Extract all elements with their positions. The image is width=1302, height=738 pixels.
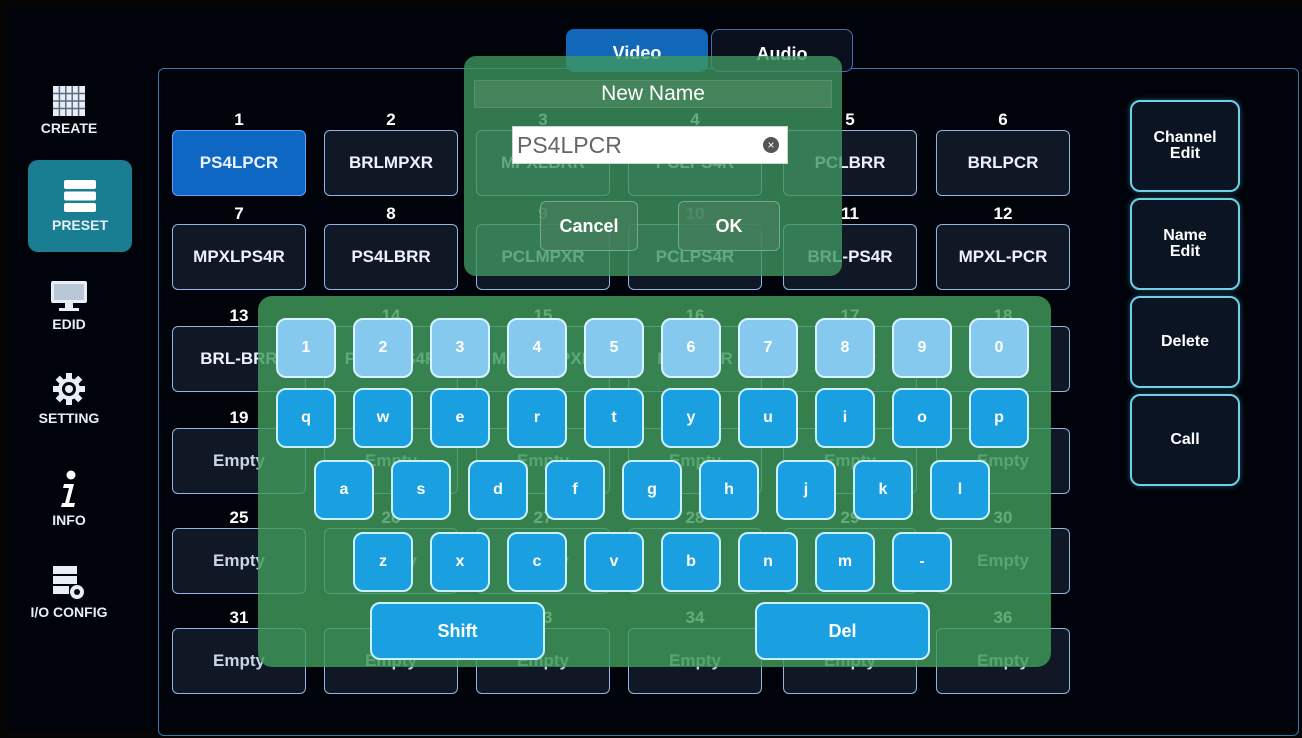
key-8[interactable]: 8	[815, 318, 875, 378]
name-input[interactable]: PS4LPCR ×	[512, 126, 788, 164]
preset-number: 12	[993, 204, 1013, 223]
delete-key[interactable]: Del	[755, 602, 930, 660]
gear-icon	[53, 373, 85, 405]
key-c[interactable]: c	[507, 532, 567, 592]
key-i[interactable]: i	[815, 388, 875, 448]
key-1[interactable]: 1	[276, 318, 336, 378]
key-d[interactable]: d	[468, 460, 528, 520]
sidebar-label-create: CREATE	[40, 120, 98, 136]
server-config-icon	[53, 566, 84, 599]
key-e[interactable]: e	[430, 388, 490, 448]
grid-icon	[53, 86, 85, 116]
preset-slot[interactable]: PS4LBRR	[324, 224, 458, 290]
info-icon	[61, 470, 76, 507]
new-name-dialog: New Name PS4LPCR × Cancel OK	[464, 56, 842, 276]
sidebar-label-edid: EDID	[52, 316, 86, 332]
preset-number: 7	[234, 204, 244, 223]
key-4[interactable]: 4	[507, 318, 567, 378]
preset-number: 6	[998, 110, 1008, 129]
key-q[interactable]: q	[276, 388, 336, 448]
preset-number: 2	[386, 110, 396, 129]
sidebar-label-preset: PRESET	[51, 217, 108, 233]
sidebar-label-io-config: I/O CONFIG	[30, 604, 108, 620]
key-9[interactable]: 9	[892, 318, 952, 378]
key-7[interactable]: 7	[738, 318, 798, 378]
preset-slot[interactable]: MPXLPS4R	[172, 224, 306, 290]
key-6[interactable]: 6	[661, 318, 721, 378]
key-j[interactable]: j	[776, 460, 836, 520]
preset-slot[interactable]: BRLMPXR	[324, 130, 458, 196]
name-edit-label: Name Edit	[1163, 227, 1207, 260]
key-b[interactable]: b	[661, 532, 721, 592]
key-l[interactable]: l	[930, 460, 990, 520]
call-button[interactable]: Call	[1130, 394, 1240, 486]
key-f[interactable]: f	[545, 460, 605, 520]
key-5[interactable]: 5	[584, 318, 644, 378]
sidebar-item-create[interactable]: CREATE	[8, 86, 130, 156]
key-g[interactable]: g	[622, 460, 682, 520]
key-3[interactable]: 3	[430, 318, 490, 378]
key-s[interactable]: s	[391, 460, 451, 520]
channel-edit-button[interactable]: Channel Edit	[1130, 100, 1240, 192]
key-t[interactable]: t	[584, 388, 644, 448]
call-label: Call	[1170, 431, 1200, 448]
ok-button[interactable]: OK	[678, 201, 780, 251]
onscreen-keyboard: Shift Del 1234567890 qwertyuiop asdfghjkl z…	[258, 296, 1051, 667]
key-w[interactable]: w	[353, 388, 413, 448]
sidebar-item-info[interactable]: INFO	[8, 470, 130, 532]
key-dash[interactable]: -	[892, 532, 952, 592]
key-z[interactable]: z	[353, 532, 413, 592]
database-icon	[64, 180, 96, 212]
preset-slot[interactable]: MPXL-PCR	[936, 224, 1070, 290]
name-input-value: PS4LPCR	[517, 131, 622, 158]
key-v[interactable]: v	[584, 532, 644, 592]
sidebar-item-setting[interactable]: SETTING	[8, 372, 130, 434]
key-x[interactable]: x	[430, 532, 490, 592]
key-r[interactable]: r	[507, 388, 567, 448]
sidebar-label-info: INFO	[52, 512, 86, 528]
key-p[interactable]: p	[969, 388, 1029, 448]
key-u[interactable]: u	[738, 388, 798, 448]
sidebar-label-setting: SETTING	[38, 410, 100, 426]
key-m[interactable]: m	[815, 532, 875, 592]
cancel-button[interactable]: Cancel	[540, 201, 638, 251]
preset-slot[interactable]: PS4LPCR	[172, 130, 306, 196]
key-n[interactable]: n	[738, 532, 798, 592]
sidebar-item-preset[interactable]: PRESET	[28, 160, 132, 252]
dialog-title: New Name	[474, 80, 832, 108]
preset-slot[interactable]: BRLPCR	[936, 130, 1070, 196]
delete-button[interactable]: Delete	[1130, 296, 1240, 388]
channel-edit-label: Channel Edit	[1153, 129, 1217, 162]
shift-key[interactable]: Shift	[370, 602, 545, 660]
key-y[interactable]: y	[661, 388, 721, 448]
preset-number: 8	[386, 204, 396, 223]
key-k[interactable]: k	[853, 460, 913, 520]
sidebar-item-edid[interactable]: EDID	[8, 280, 130, 342]
clear-input-icon[interactable]: ×	[763, 137, 779, 153]
delete-label: Delete	[1160, 333, 1210, 350]
key-0[interactable]: 0	[969, 318, 1029, 378]
sidebar-item-io-config[interactable]: I/O CONFIG	[8, 564, 130, 626]
preset-number: 1	[234, 110, 244, 129]
key-o[interactable]: o	[892, 388, 952, 448]
device-screen: CREATE PRESET EDID SETTING INFO I/O CONF…	[8, 8, 1302, 736]
key-a[interactable]: a	[314, 460, 374, 520]
monitor-icon	[51, 281, 87, 311]
name-edit-button[interactable]: Name Edit	[1130, 198, 1240, 290]
key-2[interactable]: 2	[353, 318, 413, 378]
key-h[interactable]: h	[699, 460, 759, 520]
